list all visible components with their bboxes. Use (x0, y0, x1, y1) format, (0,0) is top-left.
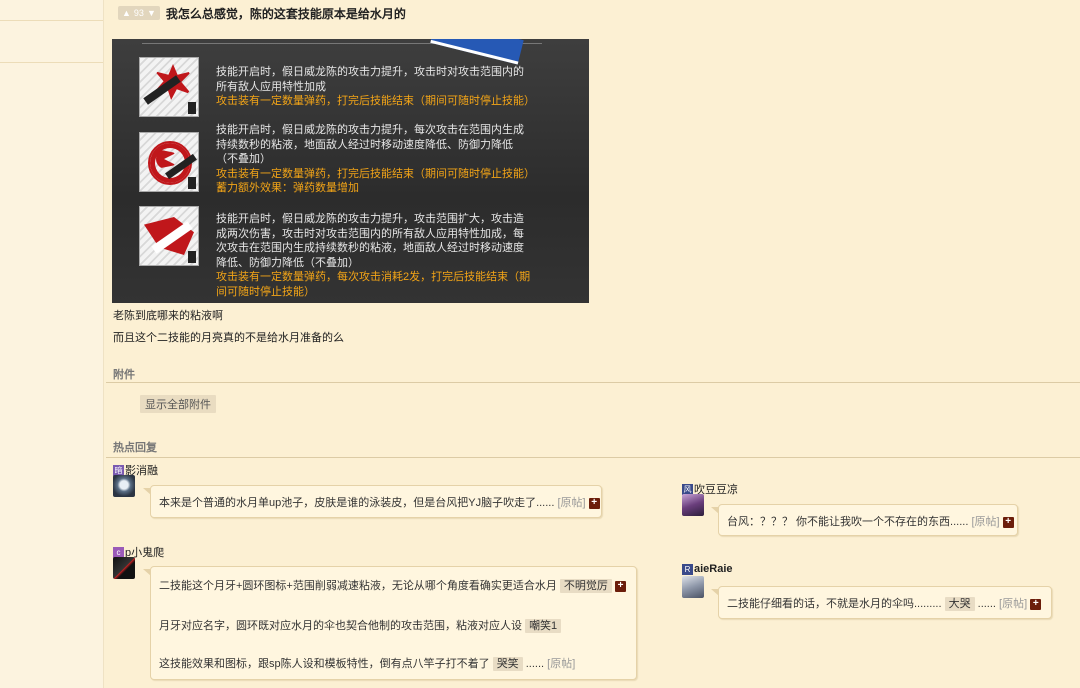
show-all-attachments-button[interactable]: 显示全部附件 (140, 395, 216, 413)
expand-plus-icon[interactable]: + (1002, 516, 1014, 528)
original-post-link[interactable]: [原帖] (971, 516, 999, 528)
sidebar-divider (0, 20, 103, 21)
reply-text: 二技能这个月牙+圆环图标+范围削弱减速粘液，无论从哪个角度看确实更适合水月 (159, 580, 557, 592)
post-body-line: 而且这个二技能的月亮真的不是给水月准备的么 (113, 332, 344, 344)
hot-replies-heading: 热点回复 (113, 442, 157, 454)
sidebar-divider (0, 62, 103, 63)
user-badge: R (682, 563, 693, 575)
reply-text: 台风：？？？ 你不能让我吹一个不存在的东西...... (727, 516, 969, 528)
image-blue-tab (430, 39, 524, 65)
expand-plus-icon[interactable]: + (588, 497, 600, 509)
original-post-link[interactable]: [原帖] (999, 598, 1027, 610)
skill-3-text: 技能开启时，假日威龙陈的攻击力提升，攻击范围扩大，攻击造 成两次伤害，攻击时对攻… (216, 212, 561, 299)
attachments-heading: 附件 (113, 369, 135, 381)
left-sidebar (0, 0, 104, 688)
emoji-tag: 大哭 (944, 597, 975, 611)
skill-desc-line: 持续数秒的粘液，地面敌人经过时移动速度降低、防御力降低 (216, 138, 513, 151)
username[interactable]: aieRaie (694, 563, 733, 575)
skill-ammo-line: 攻击装有一定数量弹药，打完后技能结束（期间可随时停止技能） (216, 95, 535, 107)
skill-2-text: 技能开启时，假日威龙陈的攻击力提升，每次攻击在范围内生成 持续数秒的粘液，地面敌… (216, 123, 561, 196)
reply-text: 月牙对应名字，圆环既对应水月的伞也契合他制的攻击范围，粘液对应人设 (159, 620, 522, 632)
skill-desc-line: 降低、防御力降低（不叠加） (216, 256, 359, 269)
reply-text: 本来是个普通的水月单up池子，皮肤是谁的泳装皮，但是台风把YJ脑子吹走了....… (159, 497, 555, 509)
original-post-link[interactable]: [原帖] (557, 497, 585, 509)
skill-desc-line: 技能开启时，假日威龙陈的攻击力提升，攻击范围扩大，攻击造 (216, 213, 524, 225)
skill-ammo-line: 攻击装有一定数量弹药，打完后技能结束（期间可随时停止技能） (216, 167, 535, 180)
skill-desc-line: 次攻击在范围内生成持续数秒的粘液，地面敌人经过时移动速度 (216, 242, 524, 254)
skill-ammo-line: 间可随时停止技能） (216, 285, 315, 298)
vote-count: 93 (133, 8, 144, 18)
reply-2-bubble: 台风：？？？ 你不能让我吹一个不存在的东西...... [原帖] + (711, 504, 1018, 536)
original-post-link[interactable]: [原帖] (547, 658, 575, 670)
post-header: ▲ 93 ▼ 我怎么总感觉，陈的这套技能原本是给水月的 (118, 5, 406, 21)
attachments-divider (106, 382, 1080, 383)
reply-3-bubble: 二技能这个月牙+圆环图标+范围削弱减速粘液，无论从哪个角度看确实更适合水月 不明… (143, 566, 637, 680)
vote-counter[interactable]: ▲ 93 ▼ (118, 6, 160, 20)
reply-1-bubble: 本来是个普通的水月单up池子，皮肤是谁的泳装皮，但是台风把YJ脑子吹走了....… (143, 485, 602, 518)
user-badge: c (113, 546, 124, 558)
hot-replies-divider (106, 457, 1080, 458)
reply-4-user[interactable]: R aieRaie (682, 563, 733, 575)
skill-desc-line: （不叠加） (216, 153, 271, 165)
skill-charge-line: 蓄力额外效果：弹药数量增加 (216, 182, 359, 194)
skill-1-icon (139, 57, 199, 117)
avatar[interactable] (113, 557, 135, 579)
user-badge: 暗 (113, 464, 124, 476)
avatar[interactable] (682, 494, 704, 516)
avatar[interactable] (113, 475, 135, 497)
expand-plus-icon[interactable]: + (1030, 598, 1042, 610)
avatar[interactable] (682, 576, 704, 598)
skill-screenshot: 技能开启时，假日威龙陈的攻击力提升，攻击时对攻击范围内的 所有敌人应用特性加成 … (112, 39, 589, 303)
skill-2-icon (139, 132, 199, 192)
skill-desc-line: 所有敌人应用特性加成 (216, 80, 326, 93)
ellipsis: ...... (977, 598, 996, 610)
reply-text: 这技能效果和图标，跟sp陈人设和模板特性，倒有点八竿子打不着了 (159, 658, 490, 670)
skill-desc-line: 技能开启时，假日威龙陈的攻击力提升，攻击时对攻击范围内的 (216, 66, 524, 78)
skill-desc-line: 技能开启时，假日威龙陈的攻击力提升，每次攻击在范围内生成 (216, 124, 524, 136)
emoji-tag: 哭笑 (492, 657, 523, 671)
skill-3-icon (139, 206, 199, 266)
thumbs-up-icon[interactable]: ▲ (122, 8, 131, 18)
reply-4-bubble: 二技能仔细看的话，不就是水月的伞吗......... 大哭 ...... [原帖… (711, 586, 1052, 619)
post-title: 我怎么总感觉，陈的这套技能原本是给水月的 (165, 6, 406, 21)
reply-text: 二技能仔细看的话，不就是水月的伞吗......... (727, 598, 942, 610)
skill-desc-line: 成两次伤害，攻击时对攻击范围内的所有敌人应用特性加成，每 (216, 227, 524, 240)
emoji-tag: 嘲笑1 (525, 619, 562, 633)
thumbs-down-icon[interactable]: ▼ (147, 8, 156, 18)
skill-1-text: 技能开启时，假日威龙陈的攻击力提升，攻击时对攻击范围内的 所有敌人应用特性加成 … (216, 65, 561, 109)
post-body-line: 老陈到底哪来的粘液啊 (113, 310, 223, 322)
emoji-tag: 不明觉厉 (559, 579, 612, 593)
ellipsis: ...... (525, 658, 545, 670)
expand-plus-icon[interactable]: + (614, 580, 626, 592)
user-badge: 风 (682, 483, 693, 495)
skill-ammo-line: 攻击装有一定数量弹药，每次攻击消耗2发，打完后技能结束（期 (216, 271, 531, 283)
